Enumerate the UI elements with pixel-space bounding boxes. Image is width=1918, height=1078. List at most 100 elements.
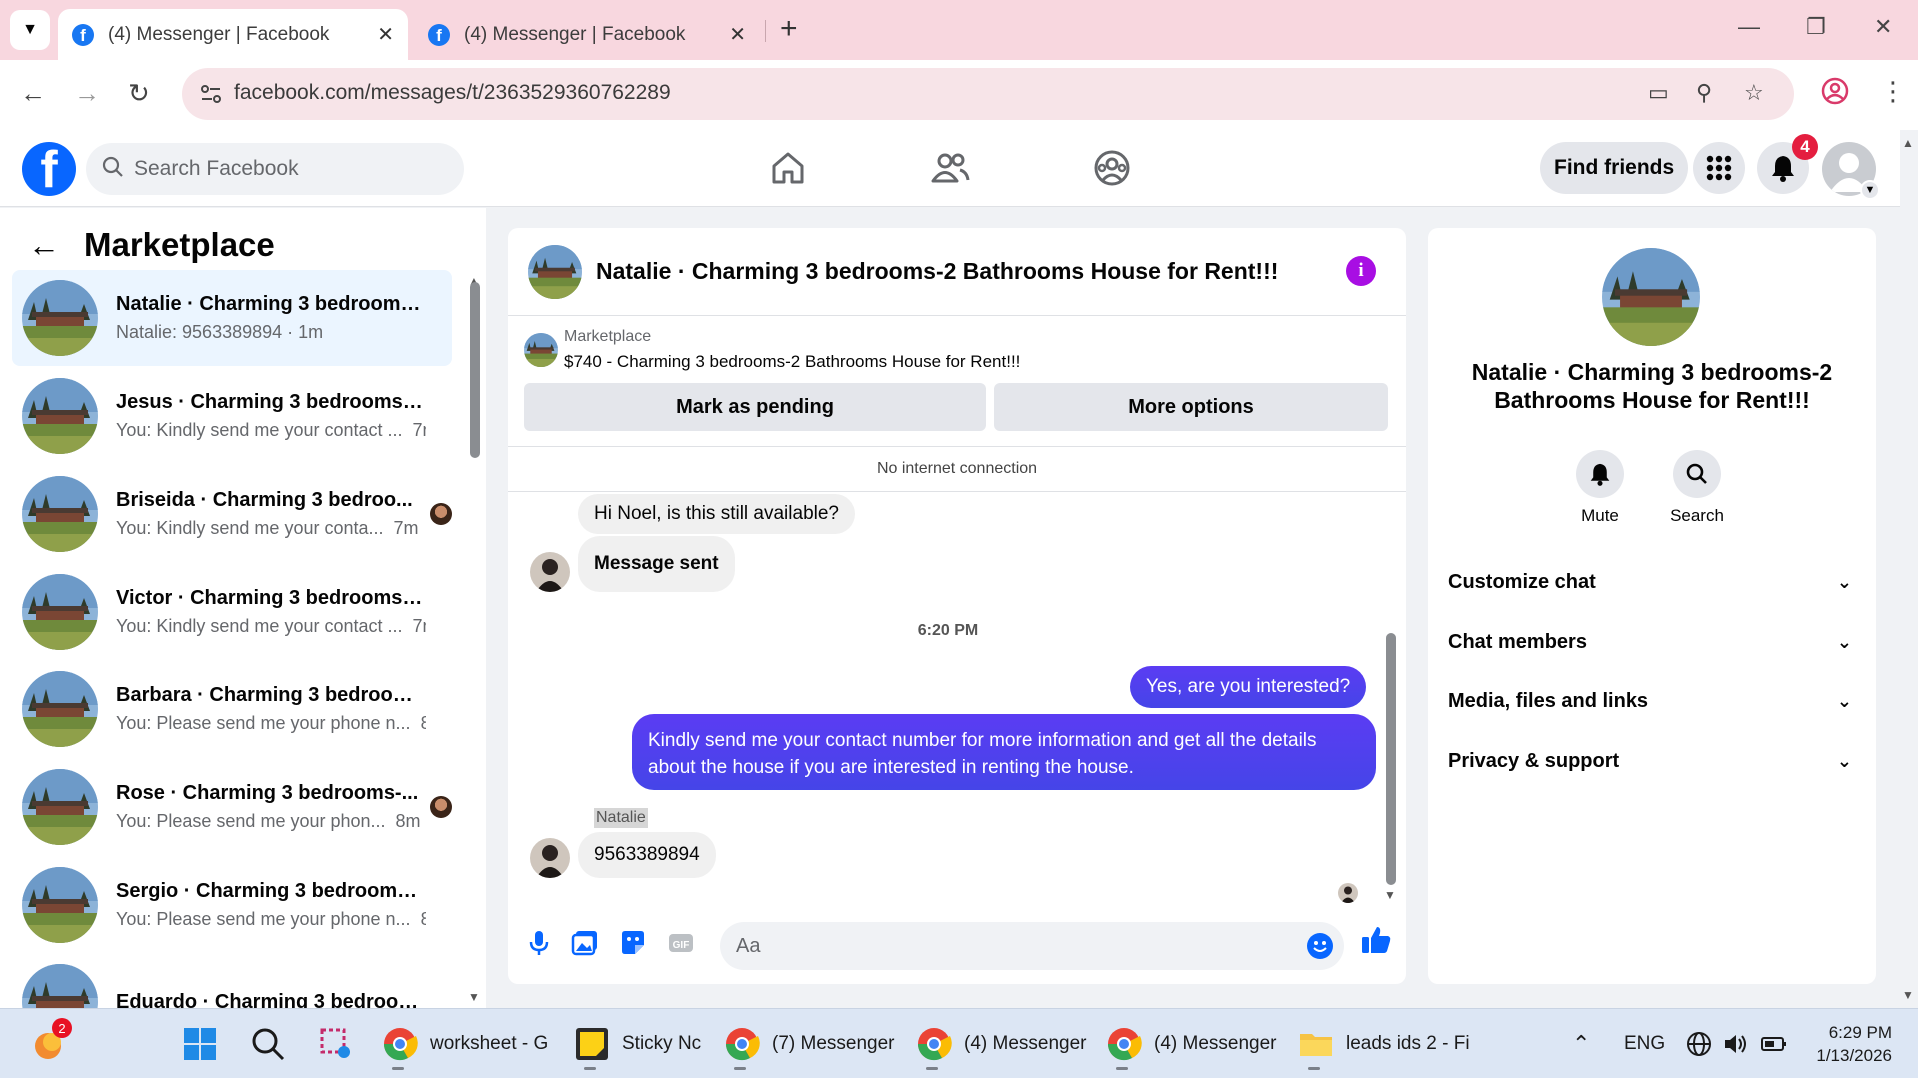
search-input[interactable]	[134, 157, 434, 181]
microphone-icon[interactable]	[524, 928, 554, 958]
system-clock[interactable]: 6:29 PM 1/13/2026	[1816, 1021, 1892, 1067]
forward-icon[interactable]: →	[74, 78, 100, 109]
page-scroll-up-arrow[interactable]: ▲	[1902, 136, 1914, 150]
start-button[interactable]	[182, 1021, 218, 1067]
url-text: facebook.com/messages/t/2363529360762289	[234, 81, 671, 104]
conversation-preview: You: Please send me your phon... 8m	[116, 811, 421, 831]
conversation-item[interactable]: Briseida · Charming 3 bedroo... You: Kin…	[12, 466, 452, 562]
taskbar-app[interactable]: (4) Messenger	[916, 1021, 1087, 1070]
close-window-icon[interactable]: ✕	[1874, 14, 1892, 40]
home-icon[interactable]	[768, 148, 808, 188]
media-files-links-row[interactable]: Media, files and links ⌄	[1448, 681, 1856, 721]
sidebar-scrollbar[interactable]	[470, 282, 480, 458]
language-indicator[interactable]: ENG	[1624, 1021, 1665, 1067]
taskbar-app[interactable]: worksheet - G	[382, 1021, 548, 1070]
volume-icon[interactable]	[1722, 1021, 1748, 1067]
more-options-button[interactable]: More options	[994, 383, 1388, 431]
network-icon[interactable]	[1686, 1021, 1712, 1067]
friends-icon[interactable]	[930, 148, 970, 188]
snipping-tool-button[interactable]	[318, 1021, 354, 1067]
browser-toolbar: ← → ↻ facebook.com/messages/t/2363529360…	[0, 60, 1918, 130]
zoom-icon[interactable]: ⚲	[1696, 80, 1712, 106]
groups-icon[interactable]	[1092, 148, 1132, 188]
conversation-name: Eduardo · Charming 3 bedroom...	[116, 990, 426, 1009]
close-tab-icon[interactable]: ✕	[377, 22, 394, 47]
weather-widget[interactable]: 2	[30, 1018, 78, 1067]
marketplace-listing[interactable]: Marketplace $740 - Charming 3 bedrooms-2…	[524, 328, 1020, 372]
thumbs-up-icon[interactable]	[1360, 924, 1392, 956]
close-tab-icon[interactable]: ✕	[729, 22, 746, 47]
chevron-down-icon: ⌄	[1836, 750, 1852, 771]
message-bubble-incoming: Hi Noel, is this still available?	[578, 494, 855, 534]
scroll-down-arrow[interactable]: ▼	[1384, 888, 1396, 902]
info-icon[interactable]: i	[1346, 256, 1376, 286]
bell-icon	[1590, 463, 1610, 486]
photo-icon[interactable]	[570, 928, 600, 958]
restore-icon[interactable]: ❐	[1806, 14, 1826, 40]
conversation-time: 8m	[420, 713, 426, 733]
page-scroll-down-arrow[interactable]: ▼	[1902, 988, 1914, 1002]
conversation-name: Jesus · Charming 3 bedrooms-2 ...	[116, 391, 426, 413]
menu-grid-button[interactable]	[1693, 142, 1745, 194]
sidebar-header: ← Marketplace	[28, 226, 275, 264]
conversation-item[interactable]: Sergio · Charming 3 bedrooms-... You: Pl…	[12, 857, 452, 953]
taskbar-app-label: (4) Messenger	[1154, 1033, 1277, 1054]
find-friends-button[interactable]: Find friends	[1540, 142, 1689, 194]
back-arrow-icon[interactable]: ←	[28, 227, 60, 264]
chrome-icon	[1106, 1026, 1142, 1070]
conversation-item[interactable]: Victor · Charming 3 bedrooms-2... You: K…	[12, 564, 452, 660]
chat-title[interactable]: Natalie · Charming 3 bedrooms-2 Bathroom…	[596, 258, 1278, 285]
mark-as-pending-button[interactable]: Mark as pending	[524, 383, 986, 431]
new-tab-icon[interactable]: +	[780, 14, 798, 44]
reload-icon[interactable]: ↻	[128, 78, 150, 109]
customize-chat-row[interactable]: Customize chat ⌄	[1448, 562, 1856, 602]
gif-icon[interactable]: GIF	[666, 928, 696, 958]
chat-members-row[interactable]: Chat members ⌄	[1448, 622, 1856, 662]
message-input[interactable]	[736, 934, 1276, 958]
install-app-icon[interactable]: ▭	[1648, 80, 1669, 106]
conversation-item[interactable]: Jesus · Charming 3 bedrooms-2 ... You: K…	[12, 368, 452, 464]
conversation-item[interactable]: Barbara · Charming 3 bedrooms... You: Pl…	[12, 661, 452, 757]
privacy-support-row[interactable]: Privacy & support ⌄	[1448, 741, 1856, 781]
running-indicator	[584, 1067, 596, 1070]
chat-header: Natalie · Charming 3 bedrooms-2 Bathroom…	[508, 228, 1406, 316]
address-bar[interactable]: facebook.com/messages/t/2363529360762289…	[182, 68, 1794, 120]
mute-button[interactable]: Mute	[1560, 450, 1640, 526]
back-icon[interactable]: ←	[20, 78, 46, 109]
facebook-logo[interactable]: f	[22, 142, 76, 196]
profile-icon[interactable]	[1820, 76, 1850, 113]
conversation-preview: Natalie: 9563389894 · 1m	[116, 322, 324, 342]
notification-badge: 2	[52, 1018, 72, 1038]
show-hidden-icons-button[interactable]: ⌃	[1572, 1021, 1590, 1067]
bookmark-star-icon[interactable]: ☆	[1744, 80, 1764, 106]
taskbar-app[interactable]: (4) Messenger	[1106, 1021, 1277, 1070]
taskbar-app[interactable]: Sticky Nc	[574, 1021, 701, 1070]
conversation-item[interactable]: Natalie · Charming 3 bedrooms-... Natali…	[12, 270, 452, 366]
listing-avatar[interactable]	[1602, 248, 1700, 346]
message-composer[interactable]	[720, 922, 1344, 970]
battery-icon[interactable]	[1760, 1021, 1788, 1067]
site-settings-icon[interactable]	[198, 81, 224, 107]
search-in-conversation-button[interactable]: Search	[1657, 450, 1737, 526]
taskbar-app[interactable]: leads ids 2 - Fi	[1298, 1021, 1470, 1070]
taskbar-search-button[interactable]	[250, 1021, 286, 1067]
facebook-search[interactable]	[86, 143, 464, 195]
facebook-favicon-icon: f	[72, 23, 94, 46]
emoji-icon[interactable]	[1306, 932, 1334, 960]
scroll-down-arrow[interactable]: ▼	[468, 990, 480, 1004]
browser-tab-strip: ▼ f (4) Messenger | Facebook ✕ f (4) Mes…	[0, 0, 1918, 60]
minimize-icon[interactable]: —	[1738, 14, 1760, 40]
conversation-item[interactable]: Rose · Charming 3 bedrooms-... You: Plea…	[12, 759, 452, 855]
browser-tab[interactable]: f (4) Messenger | Facebook ✕	[414, 9, 760, 60]
chevron-down-icon[interactable]: ▼	[1860, 180, 1880, 200]
tab-divider	[765, 20, 766, 42]
browser-menu-icon[interactable]: ⋮	[1880, 76, 1906, 107]
notification-badge: 4	[1792, 134, 1818, 160]
tab-search-button[interactable]: ▼	[10, 10, 50, 50]
chat-scrollbar[interactable]	[1386, 633, 1396, 885]
conversation-item[interactable]: Eduardo · Charming 3 bedroom...	[12, 954, 452, 1008]
sticker-icon[interactable]	[618, 928, 648, 958]
listing-avatar[interactable]	[528, 245, 582, 299]
browser-tab-active[interactable]: f (4) Messenger | Facebook ✕	[58, 9, 408, 60]
taskbar-app[interactable]: (7) Messenger	[724, 1021, 895, 1070]
